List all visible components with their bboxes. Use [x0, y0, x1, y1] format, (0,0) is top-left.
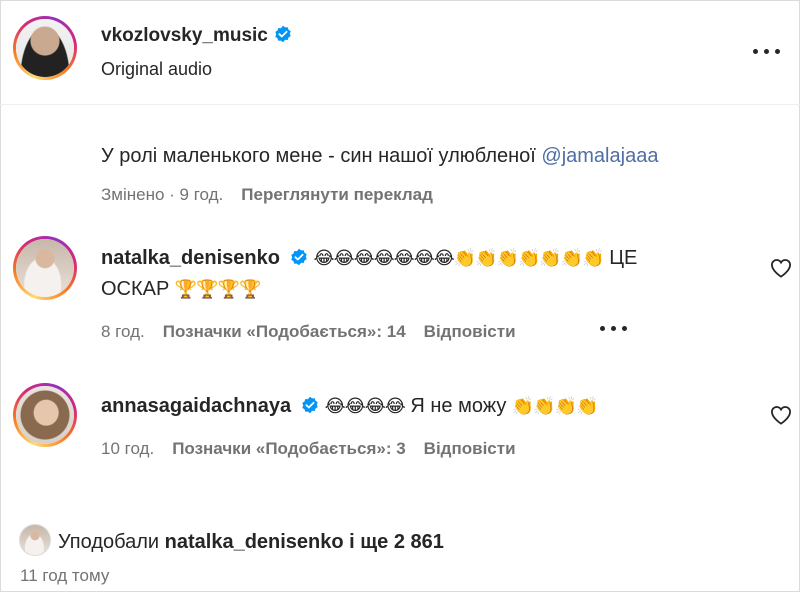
author-username-row[interactable]: vkozlovsky_music — [101, 25, 292, 47]
comment-username[interactable]: annasagaidachnaya — [101, 395, 291, 417]
verified-badge-icon — [301, 396, 318, 414]
comment-emojis: 😂😂😂😂😂😂😂👏👏👏👏👏👏👏 — [313, 248, 605, 269]
heart-outline-icon[interactable] — [770, 258, 792, 278]
comment-likes-link[interactable]: Позначки «Подобається»: 3 — [172, 439, 405, 458]
comment-text: Я не можу — [410, 395, 507, 417]
comment-text-line2: ОСКАР — [101, 278, 170, 300]
comment-likes-link[interactable]: Позначки «Подобається»: 14 — [163, 322, 406, 341]
audio-label[interactable]: Original audio — [101, 59, 212, 80]
verified-badge-icon — [290, 248, 307, 266]
caption-mention-link[interactable]: @jamalajaaa — [541, 145, 658, 167]
reply-button[interactable]: Відповісти — [424, 322, 516, 341]
more-options-icon[interactable] — [753, 46, 781, 58]
liker-avatar[interactable] — [19, 524, 51, 556]
likes-prefix: Уподобали — [58, 531, 160, 553]
comment-time: 10 год. — [101, 439, 155, 458]
caption-meta: Змінено · 9 год. Переглянути переклад — [101, 185, 433, 205]
verified-badge-icon — [275, 25, 291, 43]
post-header: vkozlovsky_music Original audio — [0, 0, 800, 105]
see-translation-button[interactable]: Переглянути переклад — [241, 185, 433, 204]
reply-button[interactable]: Відповісти — [424, 439, 516, 458]
comment-meta: 8 год. Позначки «Подобається»: 14 Відповіс… — [101, 322, 516, 342]
comment-trophies: 🏆🏆🏆🏆 — [174, 279, 262, 300]
comment-claps: 👏👏👏👏 — [511, 396, 599, 417]
likes-count[interactable]: і ще 2 861 — [349, 531, 444, 553]
heart-outline-icon[interactable] — [770, 405, 792, 425]
post-time: 11 год тому — [20, 566, 110, 585]
author-username[interactable]: vkozlovsky_music — [101, 25, 268, 46]
edited-time: Змінено · 9 год. — [101, 185, 224, 204]
comment-meta: 10 год. Позначки «Подобається»: 3 Відповіс… — [101, 439, 516, 459]
comment-username[interactable]: natalka_denisenko — [101, 247, 280, 269]
comment-time: 8 год. — [101, 322, 145, 341]
post-caption: У ролі маленького мене - син нашої улюбл… — [101, 145, 658, 168]
comment-item: annasagaidachnaya 😂😂😂😂 Я не можу 👏👏👏👏 — [101, 391, 701, 422]
author-avatar[interactable] — [13, 16, 77, 80]
comment-avatar[interactable] — [13, 383, 77, 447]
liked-username[interactable]: natalka_denisenko — [165, 531, 344, 553]
comment-avatar[interactable] — [13, 236, 77, 300]
comment-emojis: 😂😂😂😂 — [324, 396, 406, 417]
comment-text: ЦЕ — [609, 247, 638, 269]
likes-summary[interactable]: Уподобали natalka_denisenko і ще 2 861 — [58, 531, 444, 554]
comment-item: natalka_denisenko 😂😂😂😂😂😂😂👏👏👏👏👏👏👏 ЦЕ ОСКА… — [101, 243, 701, 305]
comment-options-icon[interactable] — [600, 325, 628, 333]
caption-text: У ролі маленького мене - син нашої улюбл… — [101, 145, 536, 167]
